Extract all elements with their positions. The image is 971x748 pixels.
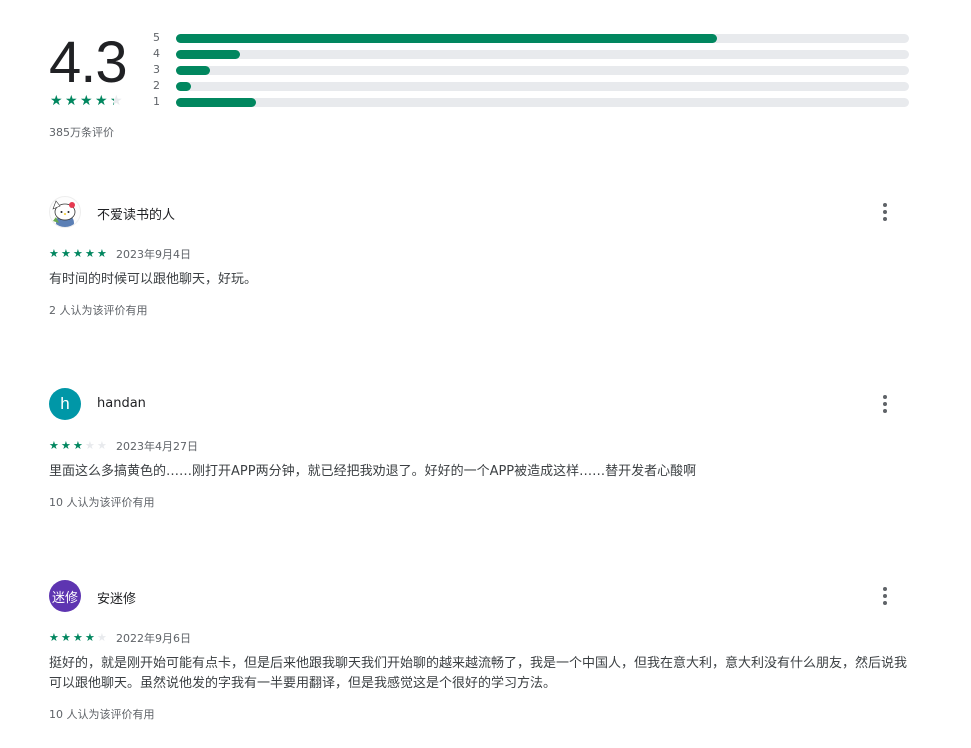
- review-card: 不爱读书的人 ★ ★ ★ ★ ★ ★ ★ ★ ★ ★ 2023年9月4日 有时间的时候可以跟他聊天…: [49, 196, 919, 318]
- star-icon: ★★: [61, 439, 71, 452]
- helpful-count: 10 人认为该评价有用: [49, 708, 155, 721]
- reviewer-name: 不爱读书的人: [97, 208, 176, 223]
- star-icon: ★★: [97, 247, 107, 260]
- more-options-icon[interactable]: [871, 196, 899, 228]
- distribution-bar-fill: [176, 34, 717, 43]
- rating-summary: 4.3 ★★★★★★★★★★ 385万条评价 54321: [49, 30, 919, 150]
- review-stars: ★★★★★★★★★★: [49, 632, 108, 643]
- helpful-count: 10 人认为该评价有用: [49, 496, 155, 509]
- distribution-label: 3: [153, 63, 160, 76]
- distribution-bar-fill: [176, 98, 256, 107]
- distribution-label: 2: [153, 79, 160, 92]
- star-icon: ★★: [97, 439, 107, 452]
- star-icon: ★★: [61, 247, 71, 260]
- distribution-bar-track: [176, 82, 909, 91]
- reviewer-name: 安迷修: [97, 592, 137, 607]
- star-icon: ★★: [85, 247, 95, 260]
- review-date: 2022年9月6日: [116, 632, 191, 645]
- star-icon: ★★: [65, 93, 78, 109]
- review-stars: ★★★★★★★★★★: [49, 248, 108, 259]
- review-date: 2023年9月4日: [116, 248, 191, 261]
- star-icon: ★★: [97, 631, 107, 644]
- review-count: 385万条评价: [49, 126, 114, 139]
- reviewer-name: handan: [97, 396, 146, 411]
- star-icon: ★★: [95, 93, 108, 109]
- star-icon: ★★: [80, 93, 93, 109]
- star-icon: ★★: [50, 93, 63, 109]
- distribution-bar-fill: [176, 66, 211, 75]
- review-card: 迷修 安迷修 ★★★★★★★★★★ 2022年9月6日 挺好的，就是刚开始可能有…: [49, 580, 919, 722]
- star-icon: ★★: [61, 631, 71, 644]
- average-rating-stars: ★★★★★★★★★★: [50, 94, 124, 108]
- distribution-bar-track: [176, 66, 909, 75]
- star-icon: ★★: [85, 631, 95, 644]
- star-icon: ★★: [49, 439, 59, 452]
- review-stars: ★★★★★★★★★★: [49, 440, 108, 451]
- distribution-label: 1: [153, 95, 160, 108]
- helpful-count: 2 人认为该评价有用: [49, 304, 148, 317]
- star-icon: ★★: [49, 247, 59, 260]
- star-icon: ★★: [85, 439, 95, 452]
- review-card: h handan ★★★★★★★★★★ 2023年4月27日 里面这么多搞黄色的…: [49, 388, 919, 510]
- star-icon: ★★: [110, 93, 123, 109]
- review-text: 有时间的时候可以跟他聊天，好玩。: [49, 272, 258, 287]
- review-date: 2023年4月27日: [116, 440, 198, 453]
- star-icon: ★★: [73, 631, 83, 644]
- distribution-label: 5: [153, 31, 160, 44]
- more-options-icon[interactable]: [871, 580, 899, 612]
- average-rating: 4.3: [49, 30, 128, 95]
- star-icon: ★★: [49, 631, 59, 644]
- star-icon: ★★: [73, 439, 83, 452]
- distribution-label: 4: [153, 47, 160, 60]
- star-icon: ★★: [73, 247, 83, 260]
- more-options-icon[interactable]: [871, 388, 899, 420]
- distribution-bar-fill: [176, 82, 191, 91]
- avatar: h: [49, 388, 81, 420]
- avatar: 迷修: [49, 580, 81, 612]
- hello-kitty-avatar-icon: [52, 200, 76, 227]
- distribution-bar-track: [176, 98, 909, 107]
- review-text: 挺好的，就是刚开始可能有点卡，但是后来他跟我聊天我们开始聊的越来越流畅了，我是一…: [49, 656, 908, 691]
- distribution-bar-fill: [176, 50, 240, 59]
- distribution-bar-track: [176, 34, 909, 43]
- review-text: 里面这么多搞黄色的……刚打开APP两分钟，就已经把我劝退了。好好的一个APP被造…: [49, 464, 697, 479]
- avatar: [49, 196, 81, 228]
- distribution-bar-track: [176, 50, 909, 59]
